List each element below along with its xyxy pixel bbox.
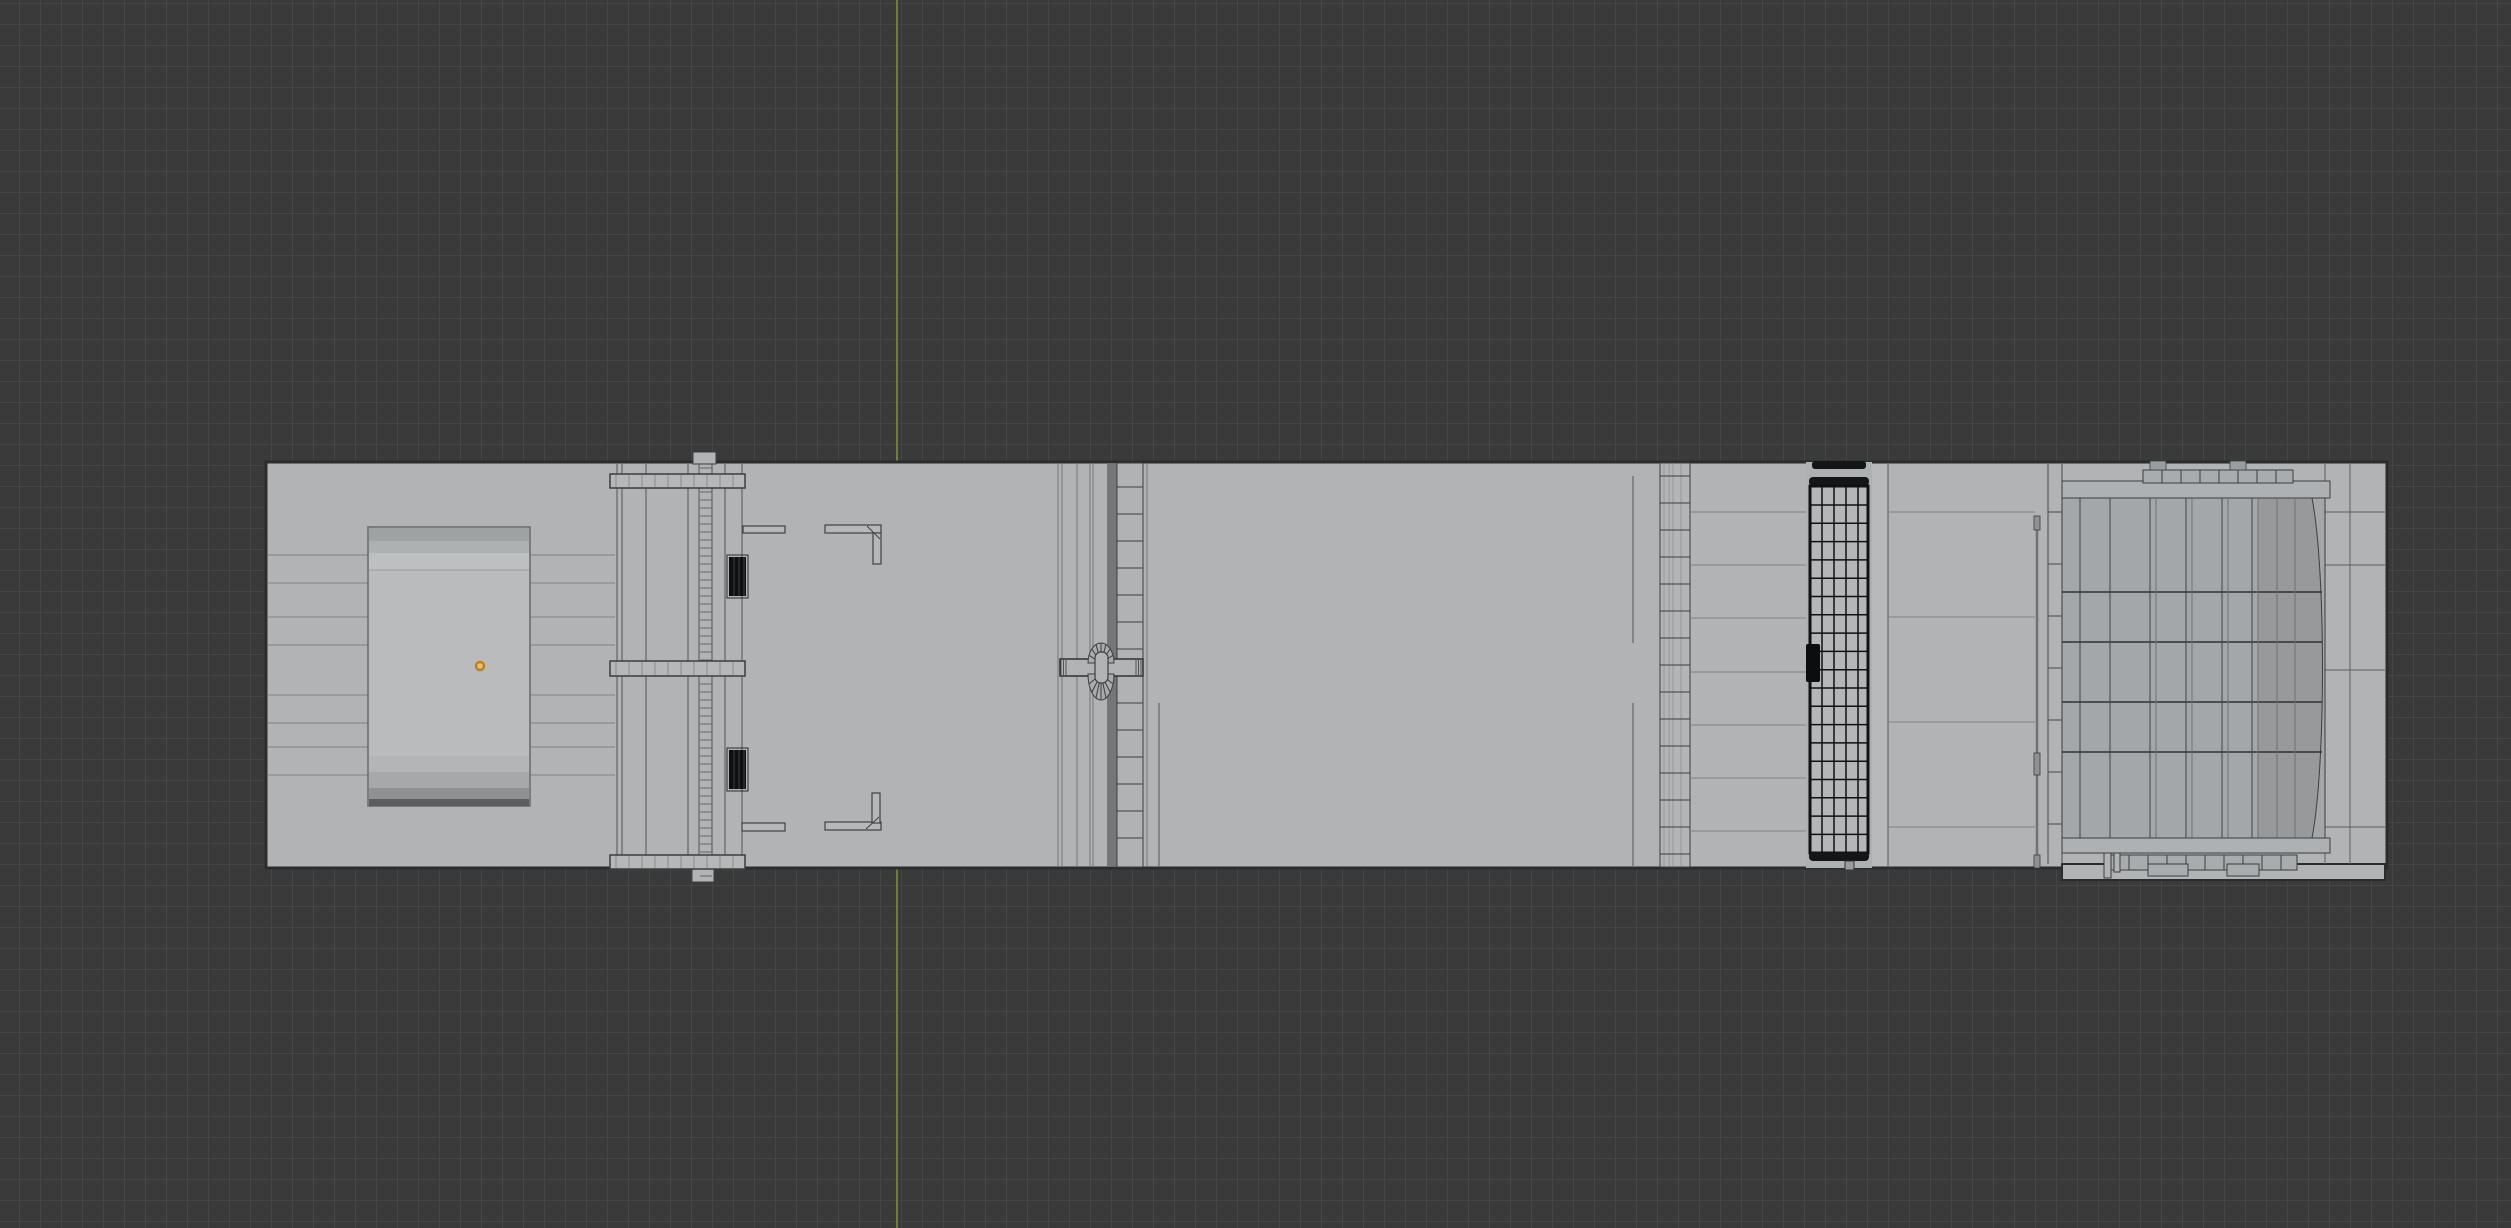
wall-segment-top <box>743 526 785 533</box>
edge-stub-a <box>2150 461 2166 470</box>
edge-step-b <box>2114 853 2120 872</box>
canopy-header <box>2062 481 2330 498</box>
entry-pivot <box>1095 652 1108 683</box>
screen-cap-bottom <box>1809 852 1869 861</box>
canopy-footer <box>2062 838 2330 853</box>
pool-band-bottom-1 <box>369 756 529 772</box>
rail-bracket-mid <box>2034 753 2040 775</box>
pool-band-top-2 <box>369 541 529 553</box>
stair-landing-top <box>610 474 745 488</box>
edge-step-c <box>2148 864 2188 876</box>
origin-point <box>476 662 484 670</box>
pool-band-bottom-3 <box>369 788 529 799</box>
edge-step-a <box>2104 853 2111 878</box>
screen-foot <box>1845 861 1854 870</box>
wall-l-top-vertical <box>873 533 881 564</box>
stair-landing-mid <box>610 661 745 676</box>
viewport-canvas[interactable] <box>0 0 2511 1228</box>
stair-landing-bottom <box>610 855 745 869</box>
wall-l-bottom-vertical <box>872 793 880 823</box>
bench-slats-lower <box>729 750 746 789</box>
pool-band-top-3 <box>369 553 529 570</box>
edge-step-d <box>2227 864 2259 876</box>
edge-stub-b <box>2230 461 2246 470</box>
stair-top-stub <box>693 452 716 464</box>
pool-band-top-1 <box>369 528 529 541</box>
rail-bracket-top <box>2034 516 2040 530</box>
rail-bracket-bottom <box>2034 855 2040 868</box>
edge-tiles-top <box>2143 470 2293 483</box>
canopy-roof-curved-edge <box>2258 498 2323 838</box>
3d-viewport[interactable] <box>0 0 2511 1228</box>
edge-tiles-bottom <box>2110 855 2297 870</box>
screen-handle <box>1806 644 1820 682</box>
wall-segment-bottom <box>742 823 785 831</box>
screen-cap-top-outer <box>1812 461 1866 469</box>
bench-slats-upper <box>729 557 746 596</box>
pool-band-bottom-4 <box>369 799 529 806</box>
pool-band-bottom-2 <box>369 772 529 788</box>
